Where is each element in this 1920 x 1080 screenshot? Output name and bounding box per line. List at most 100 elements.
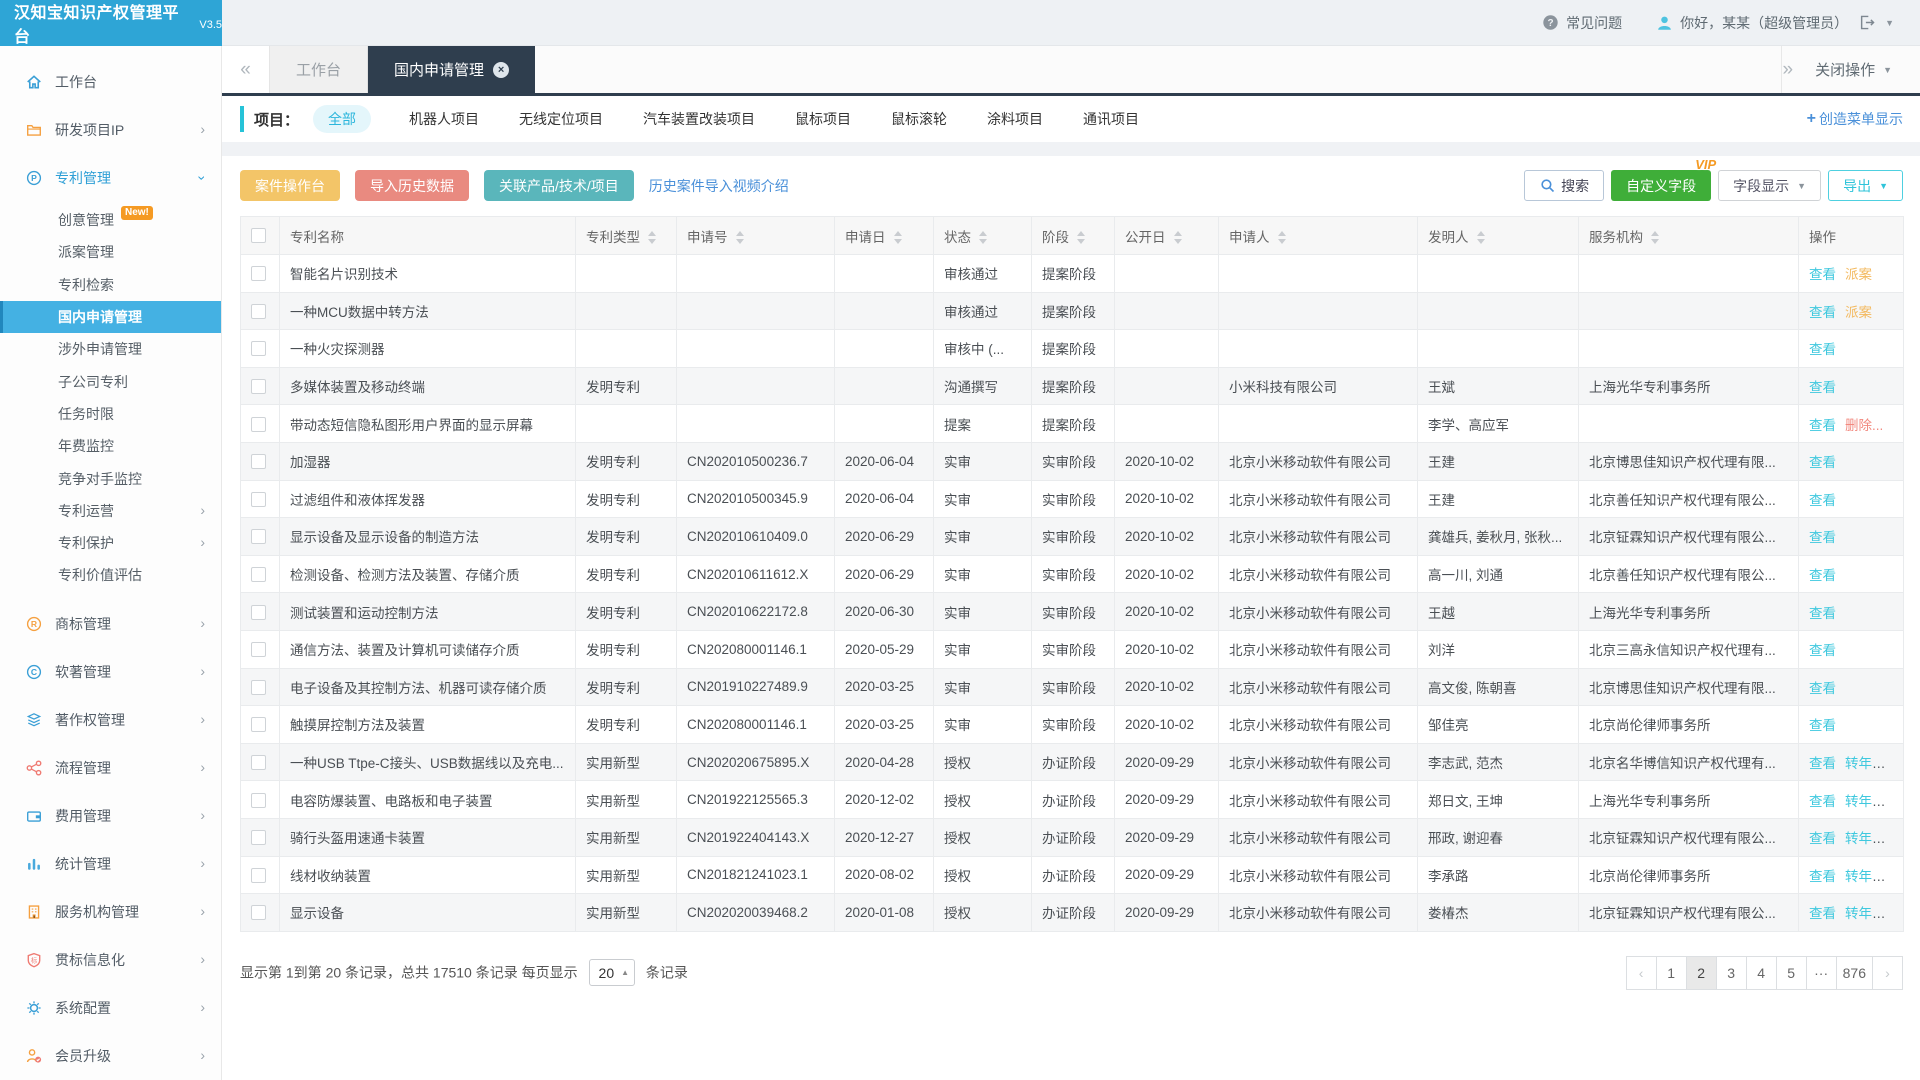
history-import-video-link[interactable]: 历史案件导入视频介绍	[649, 176, 789, 196]
sidebar-item-patent-protection[interactable]: 专利保护›	[0, 527, 221, 559]
sidebar-item-statistics-mgmt[interactable]: 统计管理›	[0, 840, 221, 888]
row-checkbox[interactable]	[251, 266, 266, 281]
row-checkbox[interactable]	[251, 454, 266, 469]
page-button-3[interactable]: 3	[1716, 956, 1747, 990]
sidebar-item-trademark-mgmt[interactable]: R商标管理›	[0, 600, 221, 648]
view-link[interactable]: 查看	[1809, 794, 1836, 809]
view-link[interactable]: 查看	[1809, 906, 1836, 921]
renew-annuity-link[interactable]: 转年费	[1845, 794, 1886, 809]
row-checkbox[interactable]	[251, 793, 266, 808]
sidebar-item-competitor-monitor[interactable]: 竞争对手监控	[0, 462, 221, 494]
sidebar-item-patent-search[interactable]: 专利检索	[0, 269, 221, 301]
page-button-1[interactable]: 1	[1656, 956, 1687, 990]
export-dropdown[interactable]: 导出 ▼	[1828, 170, 1903, 201]
view-link[interactable]: 查看	[1809, 568, 1836, 583]
assign-link[interactable]: 派案	[1845, 305, 1872, 320]
page-button-876[interactable]: 876	[1836, 956, 1873, 990]
page-button-4[interactable]: 4	[1746, 956, 1777, 990]
tab-domestic-application[interactable]: 国内申请管理 ×	[368, 46, 535, 93]
sort-icon[interactable]	[1651, 231, 1659, 244]
sidebar-item-agency-mgmt[interactable]: 服务机构管理›	[0, 888, 221, 936]
view-link[interactable]: 查看	[1809, 493, 1836, 508]
link-product-tech-project-button[interactable]: 关联产品/技术/项目	[484, 170, 634, 201]
row-checkbox[interactable]	[251, 605, 266, 620]
sidebar-item-rd-project-ip[interactable]: 研发项目IP›	[0, 106, 221, 154]
view-link[interactable]: 查看	[1809, 380, 1836, 395]
renew-annuity-link[interactable]: 转年费	[1845, 906, 1886, 921]
sidebar-item-fee-mgmt[interactable]: 费用管理›	[0, 792, 221, 840]
row-checkbox[interactable]	[251, 304, 266, 319]
create-menu-link[interactable]: + 创造菜单显示	[1807, 109, 1903, 129]
view-link[interactable]: 查看	[1809, 869, 1836, 884]
tab-workbench[interactable]: 工作台	[270, 46, 368, 93]
delete-link[interactable]: 删除...	[1845, 418, 1883, 433]
sidebar-item-patent-mgmt[interactable]: P专利管理›	[0, 154, 221, 202]
import-history-button[interactable]: 导入历史数据	[355, 170, 469, 201]
sidebar-item-annuity-monitor[interactable]: 年费监控	[0, 430, 221, 462]
page-button-2[interactable]: 2	[1686, 956, 1717, 990]
view-link[interactable]: 查看	[1809, 530, 1836, 545]
renew-annuity-link[interactable]: 转年费	[1845, 756, 1886, 771]
row-checkbox[interactable]	[251, 417, 266, 432]
sort-icon[interactable]	[1477, 231, 1485, 244]
prev-page-button[interactable]: ‹	[1626, 956, 1657, 990]
sidebar-item-process-mgmt[interactable]: 流程管理›	[0, 744, 221, 792]
sidebar-item-patent-operation[interactable]: 专利运营›	[0, 495, 221, 527]
sidebar-item-subsidiary-patent[interactable]: 子公司专利	[0, 365, 221, 397]
user-menu[interactable]: 你好，某某（超级管理员）	[1656, 13, 1848, 33]
project-filter-option-1[interactable]: 机器人项目	[407, 105, 481, 133]
search-button[interactable]: 搜索	[1524, 170, 1604, 201]
sort-icon[interactable]	[1278, 231, 1286, 244]
project-filter-option-3[interactable]: 汽车装置改装项目	[641, 105, 757, 133]
view-link[interactable]: 查看	[1809, 831, 1836, 846]
sidebar-item-idea-mgmt[interactable]: 创意管理New!	[0, 204, 221, 236]
sidebar-item-task-deadline[interactable]: 任务时限	[0, 398, 221, 430]
select-all-checkbox[interactable]	[251, 228, 266, 243]
view-link[interactable]: 查看	[1809, 606, 1836, 621]
view-link[interactable]: 查看	[1809, 718, 1836, 733]
project-filter-option-7[interactable]: 通讯项目	[1081, 105, 1141, 133]
tabs-scroll-left-button[interactable]: «	[222, 46, 270, 93]
project-filter-option-2[interactable]: 无线定位项目	[517, 105, 605, 133]
view-link[interactable]: 查看	[1809, 342, 1836, 357]
view-link[interactable]: 查看	[1809, 305, 1836, 320]
row-checkbox[interactable]	[251, 642, 266, 657]
row-checkbox[interactable]	[251, 492, 266, 507]
case-console-button[interactable]: 案件操作台	[240, 170, 340, 201]
row-checkbox[interactable]	[251, 905, 266, 920]
sidebar-item-foreign-application-mgmt[interactable]: 涉外申请管理	[0, 333, 221, 365]
row-checkbox[interactable]	[251, 680, 266, 695]
sidebar-item-workbench[interactable]: 工作台	[0, 58, 221, 106]
sidebar-item-domestic-application-mgmt[interactable]: 国内申请管理	[0, 301, 221, 333]
row-checkbox[interactable]	[251, 868, 266, 883]
sidebar-item-case-assign-mgmt[interactable]: 派案管理	[0, 236, 221, 268]
view-link[interactable]: 查看	[1809, 455, 1836, 470]
sidebar-item-system-config[interactable]: 系统配置›	[0, 984, 221, 1032]
view-link[interactable]: 查看	[1809, 681, 1836, 696]
sort-icon[interactable]	[894, 231, 902, 244]
row-checkbox[interactable]	[251, 529, 266, 544]
next-page-button[interactable]: ›	[1872, 956, 1903, 990]
row-checkbox[interactable]	[251, 379, 266, 394]
renew-annuity-link[interactable]: 转年费	[1845, 869, 1886, 884]
sidebar-item-member-upgrade[interactable]: 会员升级›	[0, 1032, 221, 1080]
tabs-scroll-right-button[interactable]: »	[1782, 59, 1793, 81]
field-display-dropdown[interactable]: 字段显示 ▼	[1718, 170, 1821, 201]
faq-link[interactable]: ? 常见问题	[1542, 13, 1622, 33]
view-link[interactable]: 查看	[1809, 267, 1836, 282]
view-link[interactable]: 查看	[1809, 756, 1836, 771]
row-checkbox[interactable]	[251, 717, 266, 732]
project-filter-option-0[interactable]: 全部	[313, 105, 371, 133]
project-filter-option-4[interactable]: 鼠标项目	[793, 105, 853, 133]
row-checkbox[interactable]	[251, 567, 266, 582]
sort-icon[interactable]	[1174, 231, 1182, 244]
sort-icon[interactable]	[1077, 231, 1085, 244]
logout-icon[interactable]	[1858, 14, 1875, 31]
sort-icon[interactable]	[979, 231, 987, 244]
sidebar-item-standards-info[interactable]: 标贯标信息化›	[0, 936, 221, 984]
view-link[interactable]: 查看	[1809, 643, 1836, 658]
close-operations-dropdown[interactable]: 关闭操作 ▼	[1815, 59, 1892, 80]
sidebar-item-works-copyright-mgmt[interactable]: 著作权管理›	[0, 696, 221, 744]
page-size-select[interactable]: 20 ▲	[589, 959, 636, 986]
renew-annuity-link[interactable]: 转年费	[1845, 831, 1886, 846]
